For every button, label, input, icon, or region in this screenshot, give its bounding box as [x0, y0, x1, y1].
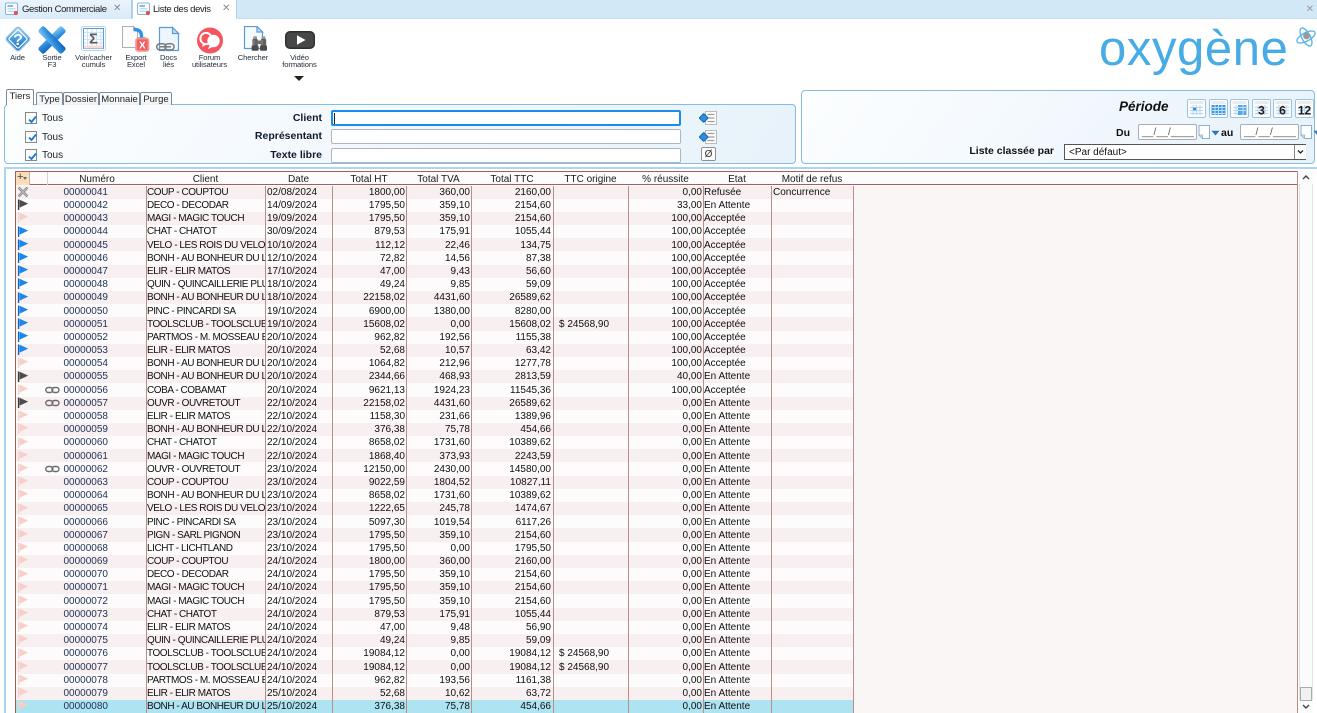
- svg-text:12: 12: [1297, 104, 1311, 118]
- svg-text:6: 6: [1279, 104, 1286, 118]
- svg-text:3: 3: [1258, 104, 1265, 118]
